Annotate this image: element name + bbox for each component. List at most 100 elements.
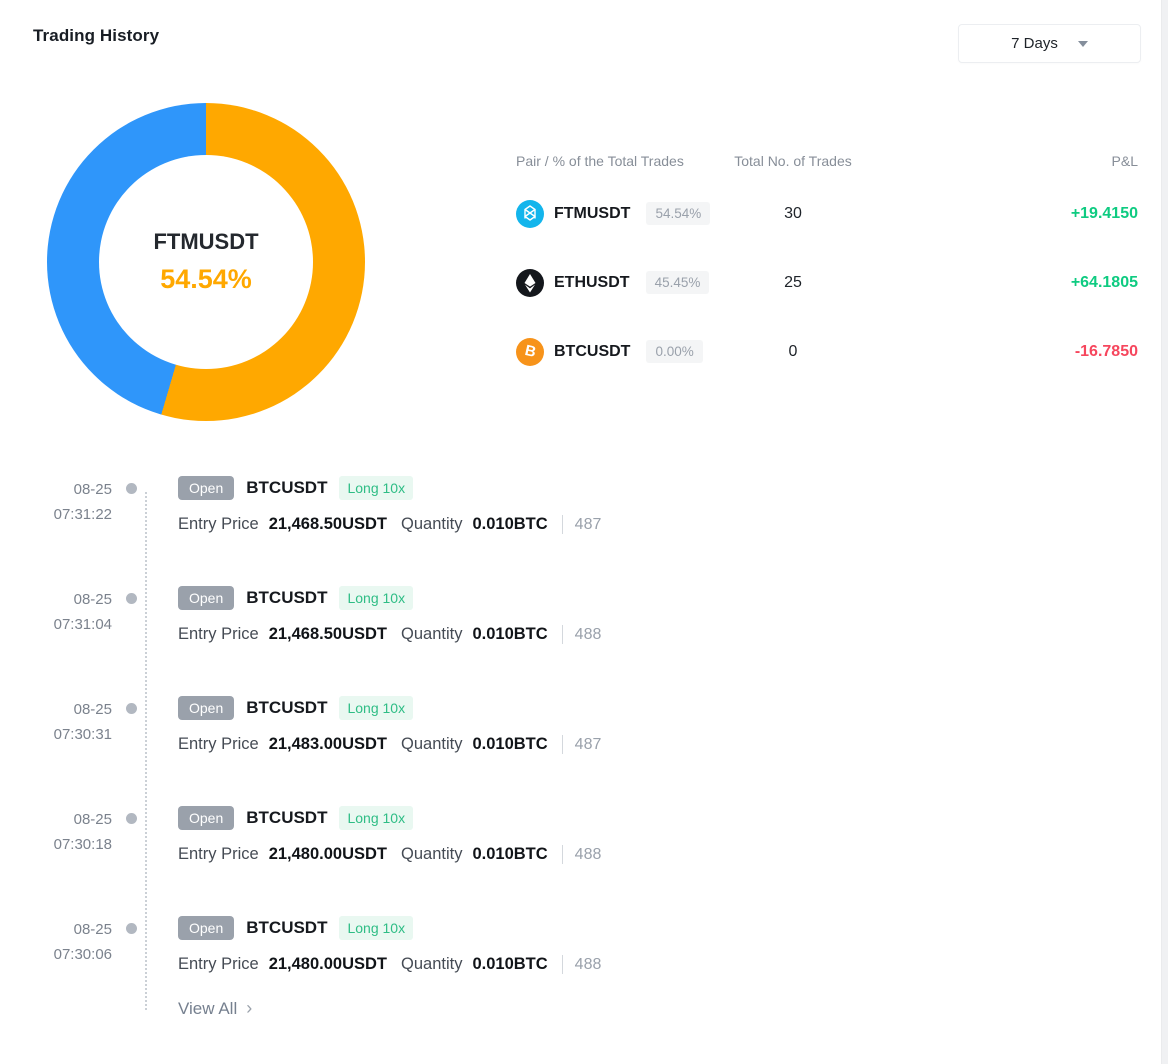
entry-date: 08-25 xyxy=(33,917,112,942)
order-number: 487 xyxy=(575,516,602,534)
entry-price-value: 21,483.00USDT xyxy=(269,735,387,754)
donut-center-percent: 54.54% xyxy=(160,264,252,295)
view-all-link[interactable]: View All › xyxy=(178,998,252,1019)
entry-price-label: Entry Price xyxy=(178,735,259,754)
divider xyxy=(562,735,563,754)
quantity-label: Quantity xyxy=(401,735,462,754)
side-badge: Long 10x xyxy=(339,696,413,720)
pair-label: BTCUSDT xyxy=(246,588,327,608)
status-badge: Open xyxy=(178,916,234,940)
entry-time: 07:30:18 xyxy=(33,832,112,857)
pnl-value: -16.7850 xyxy=(858,343,1138,361)
period-dropdown-value: 7 Days xyxy=(1011,35,1058,52)
divider xyxy=(562,845,563,864)
table-row: FTMUSDT 54.54% 30 +19.4150 xyxy=(516,179,1138,248)
quantity-value: 0.010BTC xyxy=(472,955,547,974)
order-number: 488 xyxy=(575,626,602,644)
trades-count: 25 xyxy=(728,274,858,292)
percent-badge: 0.00% xyxy=(646,340,702,363)
status-badge: Open xyxy=(178,586,234,610)
entry-price-label: Entry Price xyxy=(178,625,259,644)
quantity-label: Quantity xyxy=(401,625,462,644)
table-row: B BTCUSDT 0.00% 0 -16.7850 xyxy=(516,317,1138,386)
quantity-value: 0.010BTC xyxy=(472,625,547,644)
entry-price-label: Entry Price xyxy=(178,845,259,864)
pairs-table-header: Pair / % of the Total Trades Total No. o… xyxy=(516,143,1138,179)
pair-label: BTCUSDT xyxy=(246,478,327,498)
side-badge: Long 10x xyxy=(339,586,413,610)
pair-label: BTCUSDT xyxy=(246,918,327,938)
pnl-value: +64.1805 xyxy=(858,274,1138,292)
donut-center: FTMUSDT 54.54% xyxy=(99,155,313,369)
entry-time: 07:30:06 xyxy=(33,942,112,967)
quantity-label: Quantity xyxy=(401,955,462,974)
entry-date: 08-25 xyxy=(33,807,112,832)
donut-center-pair: FTMUSDT xyxy=(153,229,258,255)
timeline-dot-icon xyxy=(126,813,137,824)
entry-price-value: 21,468.50USDT xyxy=(269,515,387,534)
order-number: 488 xyxy=(575,956,602,974)
column-header-pair: Pair / % of the Total Trades xyxy=(516,153,728,169)
pairs-table: Pair / % of the Total Trades Total No. o… xyxy=(516,143,1138,386)
entry-time: 07:31:22 xyxy=(33,502,112,527)
order-number: 488 xyxy=(575,846,602,864)
divider xyxy=(562,515,563,534)
donut-chart: FTMUSDT 54.54% xyxy=(47,103,365,421)
chevron-down-icon xyxy=(1078,41,1088,47)
entry-date: 08-25 xyxy=(33,697,112,722)
pair-label: BTCUSDT xyxy=(554,343,630,361)
order-number: 487 xyxy=(575,736,602,754)
quantity-value: 0.010BTC xyxy=(472,845,547,864)
table-row: ETHUSDT 45.45% 25 +64.1805 xyxy=(516,248,1138,317)
pnl-value: +19.4150 xyxy=(858,205,1138,223)
trades-count: 30 xyxy=(728,205,858,223)
scrollbar[interactable] xyxy=(1161,0,1168,1064)
quantity-label: Quantity xyxy=(401,845,462,864)
page-title: Trading History xyxy=(33,26,159,46)
entry-time: 07:30:31 xyxy=(33,722,112,747)
timeline-dot-icon xyxy=(126,483,137,494)
status-badge: Open xyxy=(178,806,234,830)
btc-icon: B xyxy=(516,338,544,366)
column-header-pnl: P&L xyxy=(858,153,1138,169)
trades-count: 0 xyxy=(728,343,858,361)
timeline-dot-icon xyxy=(126,923,137,934)
status-badge: Open xyxy=(178,696,234,720)
timeline-dot-icon xyxy=(126,593,137,604)
side-badge: Long 10x xyxy=(339,806,413,830)
pair-label: BTCUSDT xyxy=(246,808,327,828)
chevron-right-icon: › xyxy=(246,998,252,1019)
quantity-value: 0.010BTC xyxy=(472,735,547,754)
period-dropdown[interactable]: 7 Days xyxy=(958,24,1141,63)
percent-badge: 45.45% xyxy=(646,271,710,294)
timeline-entry: 08-25 07:30:18 Open BTCUSDT Long 10x Ent… xyxy=(33,806,733,916)
entry-date: 08-25 xyxy=(33,477,112,502)
timeline-entry: 08-25 07:31:22 Open BTCUSDT Long 10x Ent… xyxy=(33,476,733,586)
divider xyxy=(562,955,563,974)
entry-time: 07:31:04 xyxy=(33,612,112,637)
timeline-dot-icon xyxy=(126,703,137,714)
entry-price-value: 21,480.00USDT xyxy=(269,845,387,864)
timeline-entry: 08-25 07:30:06 Open BTCUSDT Long 10x Ent… xyxy=(33,916,733,988)
ftm-icon xyxy=(516,200,544,228)
column-header-trades: Total No. of Trades xyxy=(728,153,858,169)
quantity-value: 0.010BTC xyxy=(472,515,547,534)
view-all-label: View All xyxy=(178,999,237,1019)
trades-timeline: 08-25 07:31:22 Open BTCUSDT Long 10x Ent… xyxy=(33,476,733,1019)
timeline-entry: 08-25 07:31:04 Open BTCUSDT Long 10x Ent… xyxy=(33,586,733,696)
entry-price-label: Entry Price xyxy=(178,955,259,974)
status-badge: Open xyxy=(178,476,234,500)
eth-icon xyxy=(516,269,544,297)
trading-history-panel: Trading History 7 Days FTMUSDT 54.54% Pa… xyxy=(0,0,1168,1064)
entry-price-value: 21,480.00USDT xyxy=(269,955,387,974)
divider xyxy=(562,625,563,644)
pair-label: ETHUSDT xyxy=(554,274,630,292)
entry-price-label: Entry Price xyxy=(178,515,259,534)
percent-badge: 54.54% xyxy=(646,202,710,225)
timeline-entry: 08-25 07:30:31 Open BTCUSDT Long 10x Ent… xyxy=(33,696,733,806)
entry-price-value: 21,468.50USDT xyxy=(269,625,387,644)
side-badge: Long 10x xyxy=(339,916,413,940)
quantity-label: Quantity xyxy=(401,515,462,534)
pair-label: BTCUSDT xyxy=(246,698,327,718)
pair-label: FTMUSDT xyxy=(554,205,630,223)
